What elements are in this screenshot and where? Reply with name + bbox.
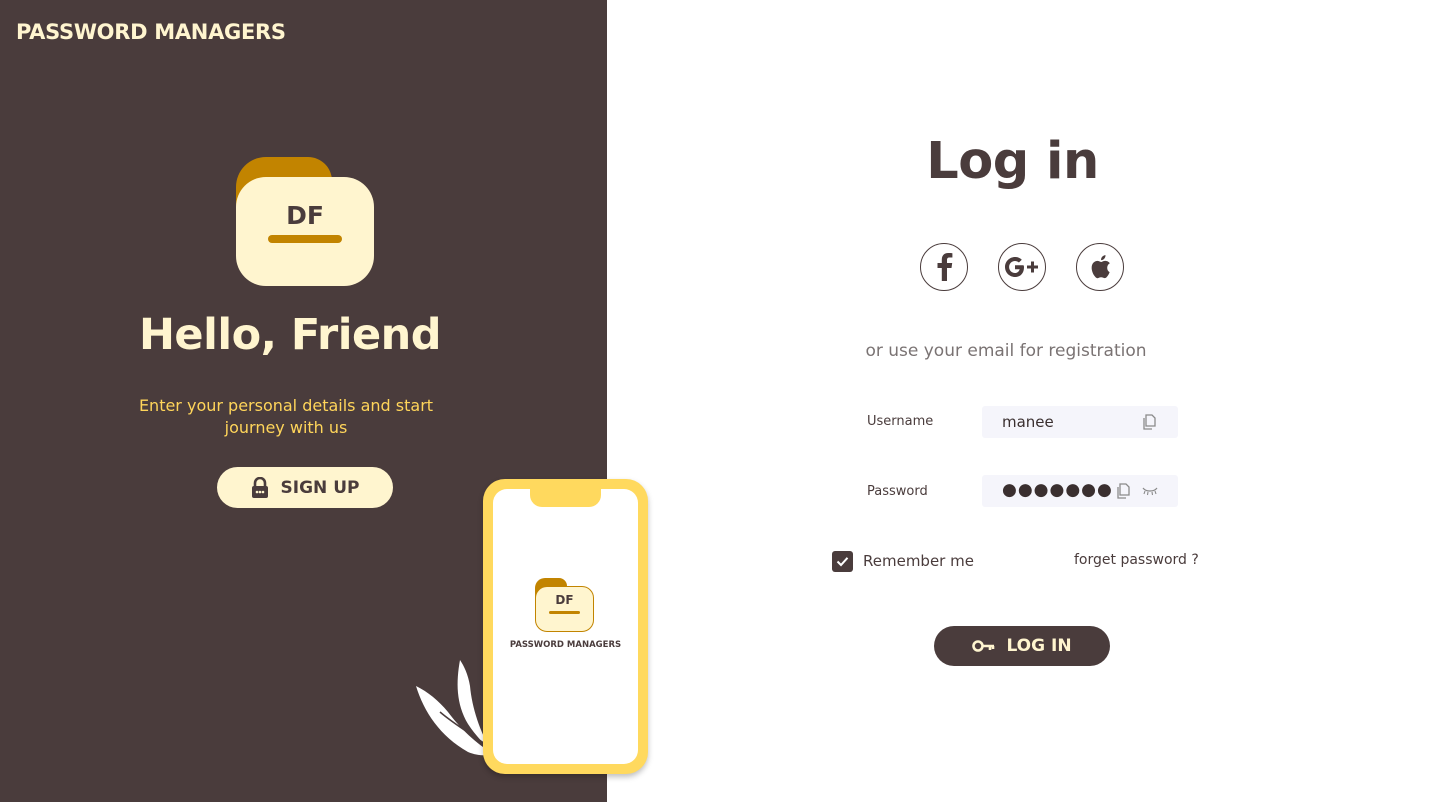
phone-logo-initials: DF bbox=[555, 593, 574, 607]
login-title: Log in bbox=[926, 132, 1099, 191]
signup-label: SIGN UP bbox=[280, 477, 360, 498]
copy-icon[interactable] bbox=[1143, 414, 1157, 430]
welcome-heading: Hello, Friend bbox=[138, 310, 442, 360]
eye-closed-icon[interactable] bbox=[1142, 485, 1158, 497]
brand-title: PASSWORD MANAGERS bbox=[16, 20, 286, 44]
forget-password-link[interactable]: forget password ? bbox=[1074, 552, 1199, 568]
facebook-login-button[interactable] bbox=[920, 243, 968, 291]
google-plus-login-button[interactable] bbox=[998, 243, 1046, 291]
logo-initials: DF bbox=[286, 201, 324, 230]
login-button[interactable]: LOG IN bbox=[934, 626, 1110, 666]
phone-mockup: DF PASSWORD MANAGERS bbox=[483, 479, 648, 774]
phone-folder-bar bbox=[549, 611, 580, 614]
password-value: ●●●●●●● bbox=[1002, 480, 1113, 500]
folder-bar bbox=[268, 235, 342, 243]
username-label: Username bbox=[867, 414, 934, 429]
key-icon bbox=[972, 640, 995, 652]
folder-logo: DF bbox=[236, 157, 374, 287]
phone-app-name: PASSWORD MANAGERS bbox=[509, 640, 622, 650]
password-input[interactable]: ●●●●●●● bbox=[982, 475, 1178, 507]
apple-login-button[interactable] bbox=[1076, 243, 1124, 291]
copy-icon[interactable] bbox=[1117, 483, 1131, 499]
google-plus-icon bbox=[1005, 257, 1038, 277]
login-label: LOG IN bbox=[1006, 636, 1072, 656]
remember-me-label[interactable]: Remember me bbox=[863, 552, 974, 570]
welcome-tagline: Enter your personal details and start jo… bbox=[138, 396, 434, 437]
phone-notch bbox=[530, 479, 601, 507]
password-label: Password bbox=[867, 484, 928, 499]
folder-body bbox=[236, 177, 374, 286]
username-input[interactable]: manee bbox=[982, 406, 1178, 438]
apple-icon bbox=[1091, 255, 1110, 279]
checkmark-icon bbox=[836, 557, 849, 567]
lock-icon bbox=[251, 476, 268, 498]
registration-divider-text: or use your email for registration bbox=[865, 341, 1147, 361]
signup-button[interactable]: SIGN UP bbox=[217, 467, 393, 508]
facebook-icon bbox=[937, 253, 953, 281]
username-value: manee bbox=[1002, 413, 1054, 431]
phone-folder-logo: DF bbox=[535, 578, 594, 633]
remember-me-checkbox[interactable] bbox=[832, 551, 853, 572]
